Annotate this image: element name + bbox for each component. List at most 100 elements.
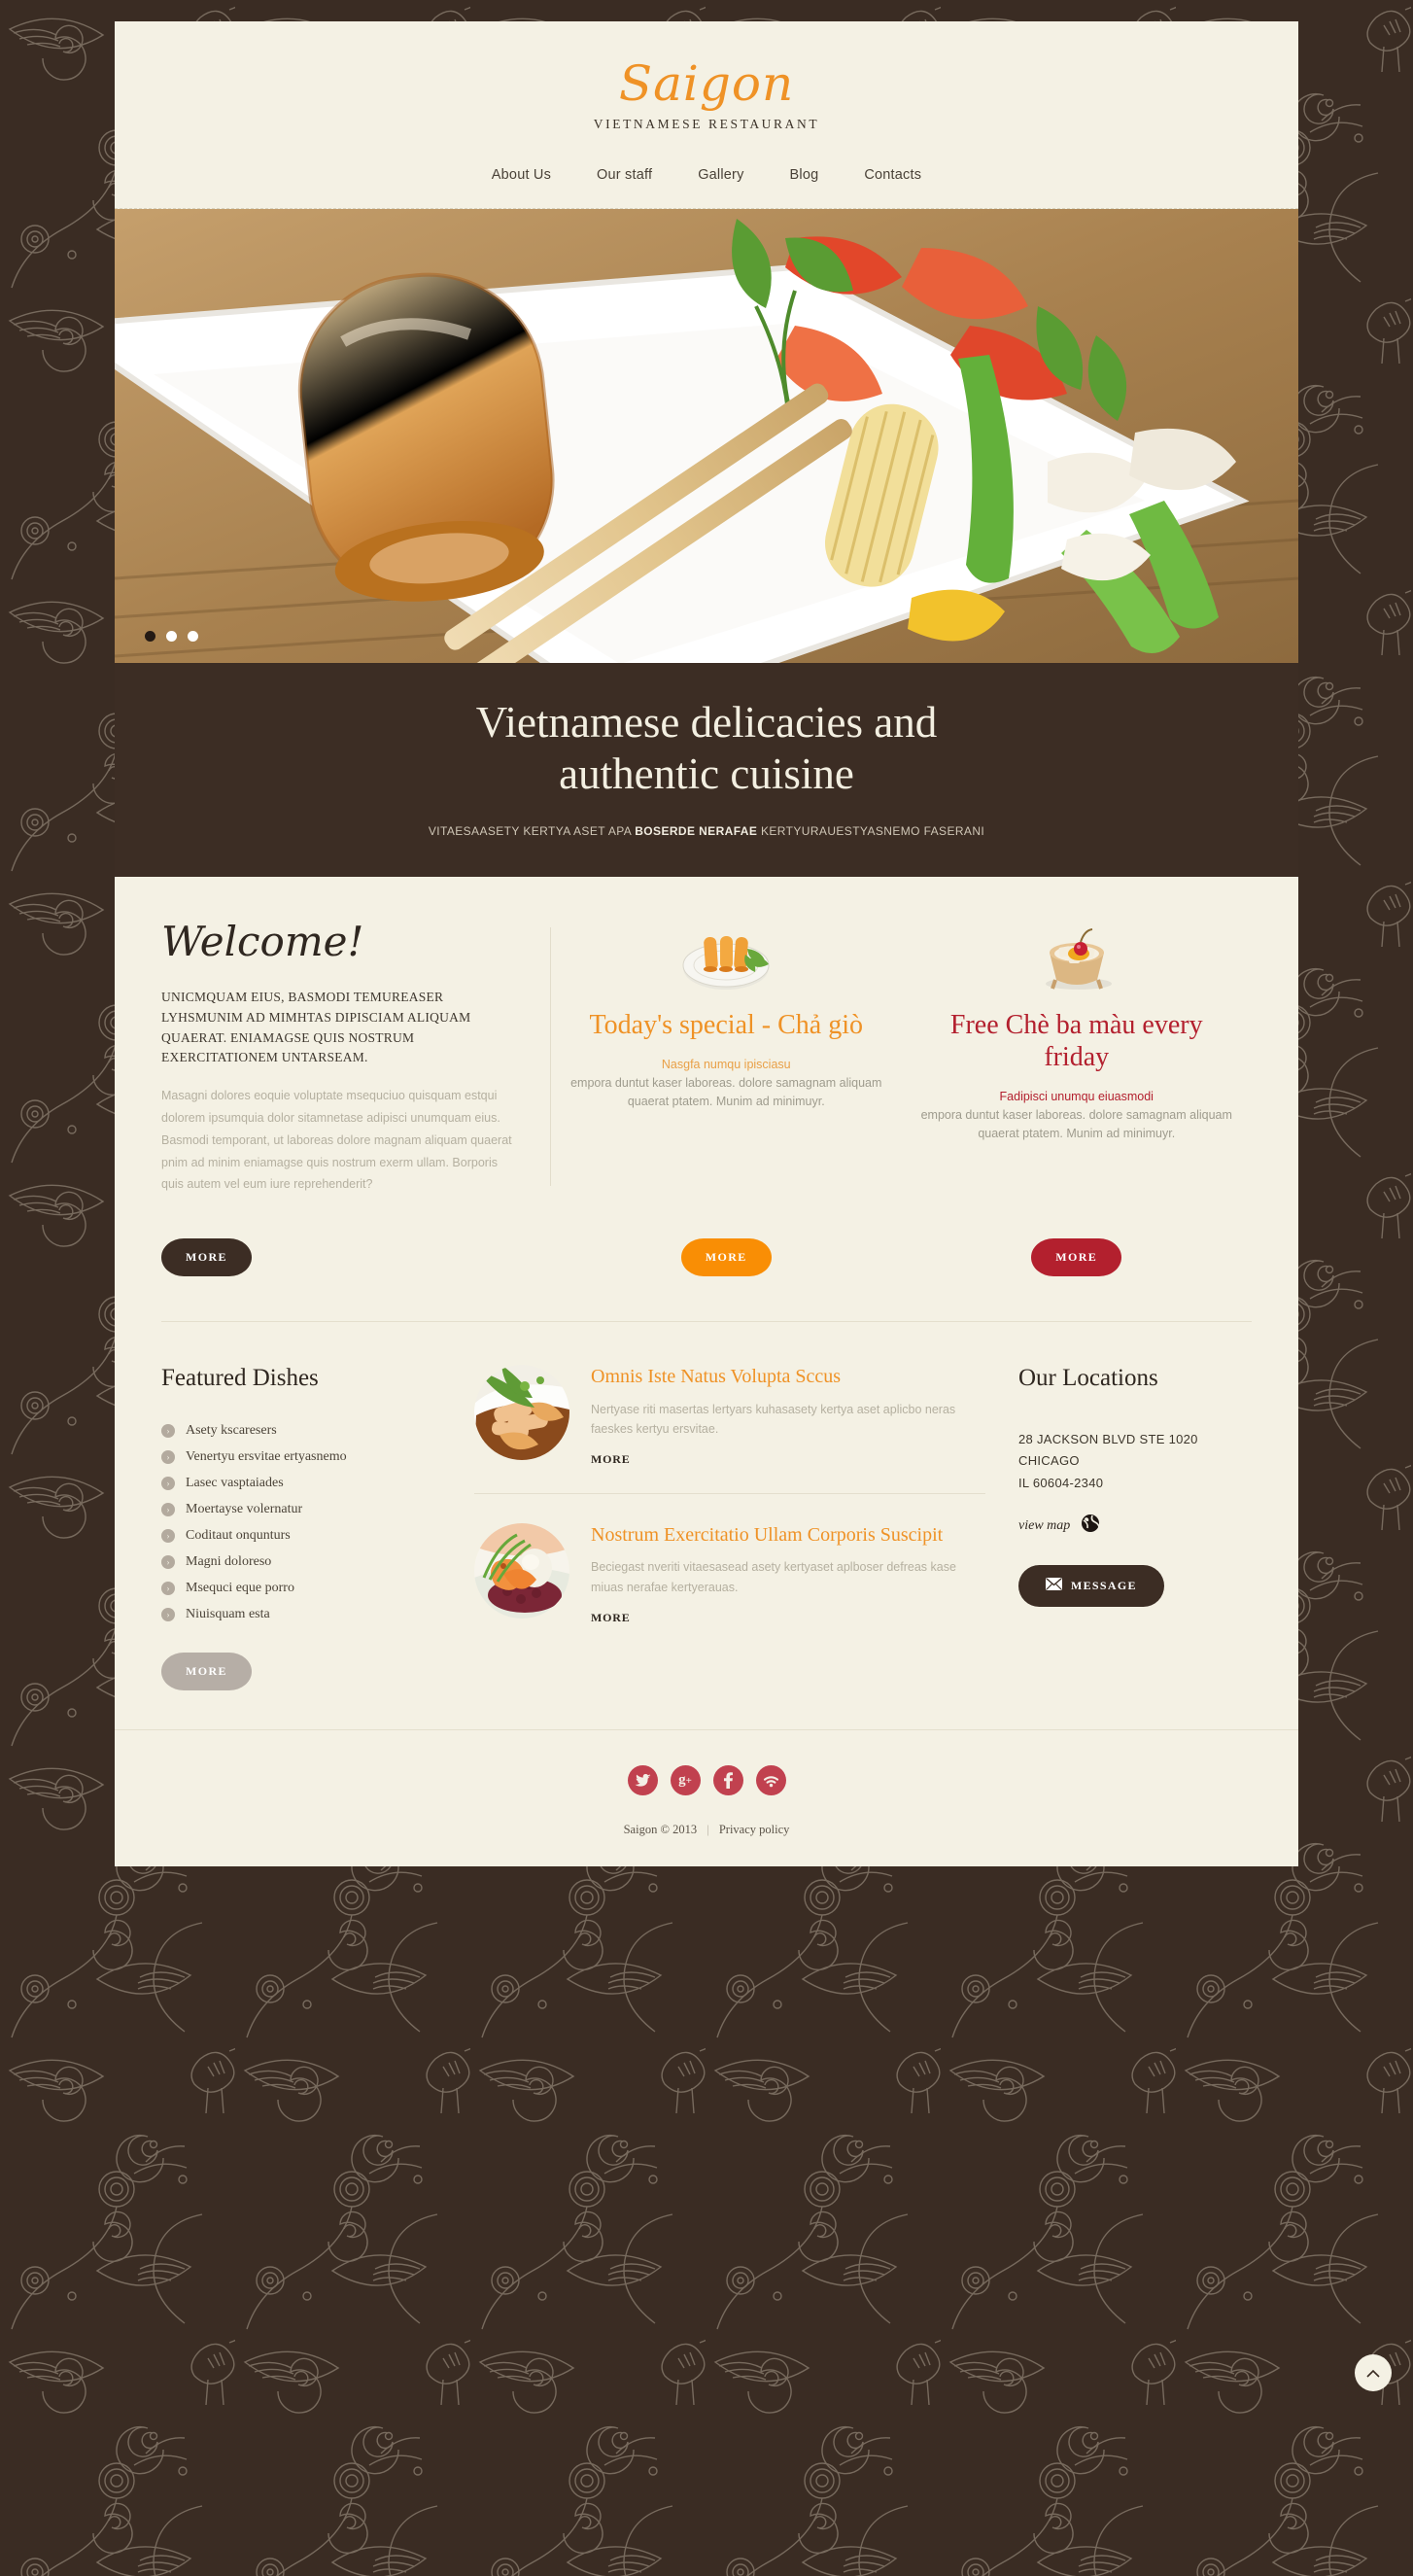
hero-slide-image: [115, 208, 1298, 663]
hero-subtext-before: VITAESAASETY KERTYA ASET APA: [428, 823, 636, 838]
twitter-icon[interactable]: [627, 1765, 658, 1796]
posts-column: Omnis Iste Natus Volupta Sccus Nertyase …: [453, 1365, 1018, 1690]
promo-subheading: Nasgfa numqu ipisciasu: [661, 1057, 791, 1071]
list-item-label: Msequci eque porro: [186, 1580, 294, 1595]
nav-item-about-us[interactable]: About Us: [492, 167, 551, 183]
address-line-2: CHICAGO: [1018, 1453, 1080, 1469]
chevron-right-icon: ›: [161, 1476, 175, 1490]
slider-dot-2[interactable]: [166, 630, 177, 642]
list-item-label: Magni doloreso: [186, 1553, 272, 1569]
list-item[interactable]: › Magni doloreso: [161, 1549, 453, 1575]
featured-dishes-column: Featured Dishes › Asety kscaresers › Vener…: [161, 1365, 453, 1691]
chevron-right-icon: ›: [161, 1423, 175, 1438]
chevron-right-icon: ›: [161, 1554, 175, 1569]
list-item[interactable]: › Lasec vasptaiades: [161, 1470, 453, 1496]
address-line-1: 28 JACKSON BLVD STE 1020: [1018, 1432, 1198, 1447]
welcome-more-button[interactable]: MORE: [161, 1238, 252, 1277]
hero-caption: Vietnamese delicacies and authentic cuis…: [115, 662, 1298, 877]
promo-today-special-more-button[interactable]: MORE: [680, 1238, 772, 1277]
welcome-lead: UNICMQUAM EIUS, BASMODI TEMUREASER LYHSM…: [161, 989, 471, 1065]
copyright-text: Saigon © 2013: [623, 1823, 698, 1837]
address-line-3: IL 60604-2340: [1018, 1475, 1104, 1490]
welcome-column: Welcome! UNICMQUAM EIUS, BASMODI TEMUREA…: [161, 917, 550, 1196]
list-item[interactable]: › Coditaut onqunturs: [161, 1522, 453, 1549]
list-item-label: Niuisquam esta: [186, 1606, 270, 1621]
chevron-right-icon: ›: [161, 1502, 175, 1516]
site-footer: g+ Saigon © 2013 | Privacy policy: [115, 1729, 1298, 1867]
view-map-link[interactable]: view map: [1018, 1514, 1252, 1538]
message-button[interactable]: MESSAGE: [1018, 1565, 1164, 1608]
logo-title: Saigon: [618, 55, 795, 112]
promo-text: empora duntut kaser laboreas. dolore sam…: [570, 1075, 882, 1109]
social-links: g+: [115, 1765, 1298, 1796]
post-more-link[interactable]: MORE: [591, 1452, 631, 1467]
hero-subtext-bold: BOSERDE NERAFAE: [635, 823, 758, 838]
locations-title: Our Locations: [1018, 1365, 1158, 1392]
list-item-label: Asety kscaresers: [186, 1422, 277, 1438]
post-title[interactable]: Omnis Iste Natus Volupta Sccus: [591, 1365, 985, 1388]
logo-subtitle: VIETNAMESE RESTAURANT: [593, 116, 820, 131]
site-header: Saigon VIETNAMESE RESTAURANT About Us Ou…: [115, 21, 1298, 209]
featured-dishes-more-button[interactable]: MORE: [161, 1653, 252, 1691]
scroll-to-top-button[interactable]: [1355, 2354, 1392, 2391]
welcome-title: Welcome!: [161, 917, 364, 965]
list-item-label: Lasec vasptaiades: [186, 1475, 284, 1490]
nav-item-our-staff[interactable]: Our staff: [597, 167, 652, 183]
chevron-right-icon: ›: [161, 1581, 175, 1595]
view-map-label: view map: [1018, 1517, 1071, 1533]
promo-heading: Free Chè ba màu every friday: [949, 1009, 1203, 1072]
list-item[interactable]: › Niuisquam esta: [161, 1601, 453, 1627]
post-text: Beciegast nveriti vitaesasead asety kert…: [591, 1560, 956, 1594]
hero-subtext-after: KERTYURAUESTYASNEMO FASERANI: [757, 823, 985, 838]
privacy-policy-link[interactable]: Privacy policy: [719, 1823, 790, 1836]
slider-dot-1[interactable]: [145, 630, 155, 642]
slider-dot-3[interactable]: [188, 630, 198, 642]
featured-dishes-list: › Asety kscaresers › Venertyu ersvitae ert…: [161, 1417, 453, 1627]
chevron-right-icon: ›: [161, 1449, 175, 1464]
envelope-icon: [1046, 1578, 1062, 1594]
nav-item-gallery[interactable]: Gallery: [698, 167, 743, 183]
list-item[interactable]: › Venertyu ersvitae ertyasnemo: [161, 1444, 453, 1470]
globe-icon: [1081, 1514, 1101, 1538]
post-title[interactable]: Nostrum Exercitatio Ullam Corporis Susci…: [591, 1523, 985, 1547]
chevron-up-icon: [1366, 2366, 1380, 2381]
main-navigation: About Us Our staff Gallery Blog Contacts: [115, 132, 1298, 208]
welcome-promos-panel: Welcome! UNICMQUAM EIUS, BASMODI TEMUREA…: [115, 876, 1298, 1730]
promo-free-che: Free Chè ba màu every friday Fadipisci u…: [902, 922, 1253, 1196]
promo-subheading: Fadipisci unumqu eiuasmodi: [999, 1089, 1154, 1103]
post-thumbnail-crab[interactable]: [474, 1365, 569, 1461]
facebook-icon[interactable]: [712, 1765, 743, 1796]
chevron-right-icon: ›: [161, 1607, 175, 1621]
hero-subtext: VITAESAASETY KERTYA ASET APA BOSERDE NER…: [154, 824, 1259, 838]
hero-slider[interactable]: [115, 208, 1298, 663]
location-address: 28 JACKSON BLVD STE 1020 CHICAGO IL 6060…: [1018, 1429, 1252, 1494]
footer-separator: |: [706, 1823, 709, 1837]
promo-today-special: Today's special - Chả giò Nasgfa numqu i…: [551, 922, 902, 1196]
logo[interactable]: Saigon VIETNAMESE RESTAURANT: [115, 58, 1298, 132]
list-item[interactable]: › Asety kscaresers: [161, 1417, 453, 1444]
list-item[interactable]: › Msequci eque porro: [161, 1575, 453, 1601]
locations-column: Our Locations 28 JACKSON BLVD STE 1020 C…: [1018, 1365, 1252, 1690]
welcome-body: Masagni dolores eoquie voluptate msequci…: [161, 1089, 512, 1192]
hero-heading-line1: Vietnamese delicacies and: [475, 697, 938, 747]
dessert-bowl-icon: [919, 922, 1235, 995]
rss-icon[interactable]: [755, 1765, 786, 1796]
post-thumbnail-shrimp[interactable]: [474, 1523, 569, 1619]
google-plus-icon[interactable]: g+: [670, 1765, 701, 1796]
list-item[interactable]: › Moertayse volernatur: [161, 1496, 453, 1522]
nav-item-contacts[interactable]: Contacts: [864, 167, 921, 183]
promo-text: empora duntut kaser laboreas. dolore sam…: [920, 1107, 1232, 1141]
slider-dots[interactable]: [145, 630, 198, 642]
post-item: Omnis Iste Natus Volupta Sccus Nertyase …: [474, 1365, 985, 1468]
spring-rolls-plate-icon: [569, 922, 884, 995]
message-button-label: MESSAGE: [1071, 1579, 1137, 1593]
list-item-label: Moertayse volernatur: [186, 1501, 303, 1516]
footer-copyright: Saigon © 2013 | Privacy policy: [115, 1823, 1298, 1837]
post-more-link[interactable]: MORE: [591, 1611, 631, 1625]
promo-buttons-row: MORE MORE MORE: [115, 1238, 1298, 1321]
chevron-right-icon: ›: [161, 1528, 175, 1543]
promo-heading: Today's special - Chả giò: [589, 1009, 863, 1040]
featured-dishes-title: Featured Dishes: [161, 1365, 319, 1392]
promo-free-che-more-button[interactable]: MORE: [1031, 1238, 1122, 1277]
nav-item-blog[interactable]: Blog: [790, 167, 819, 183]
